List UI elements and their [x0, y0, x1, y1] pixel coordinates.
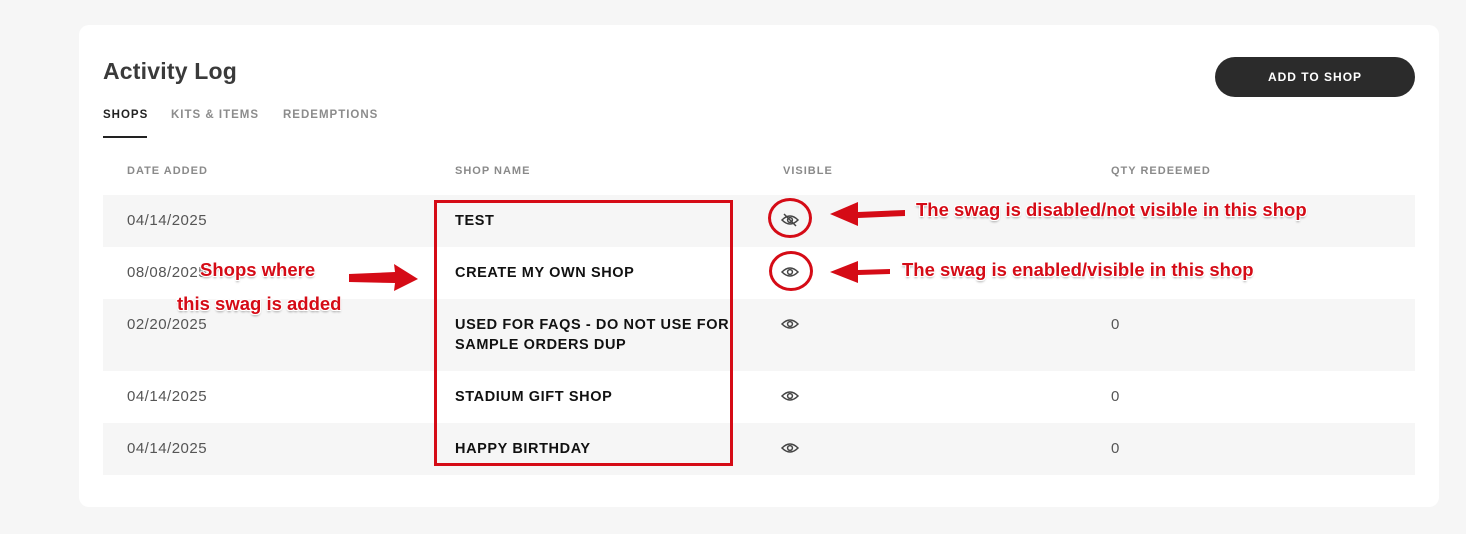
- annotation-shops-line2: this swag is added: [177, 293, 342, 314]
- arrow-to-shop-names: [349, 264, 418, 291]
- annotation-enabled: The swag is enabled/visible in this shop: [902, 259, 1254, 280]
- arrow-to-enabled-eye: [830, 261, 890, 283]
- annotation-disabled: The swag is disabled/not visible in this…: [916, 199, 1307, 220]
- arrow-to-disabled-eye: [830, 202, 905, 226]
- annotation-shops-line1: Shops where: [200, 259, 316, 280]
